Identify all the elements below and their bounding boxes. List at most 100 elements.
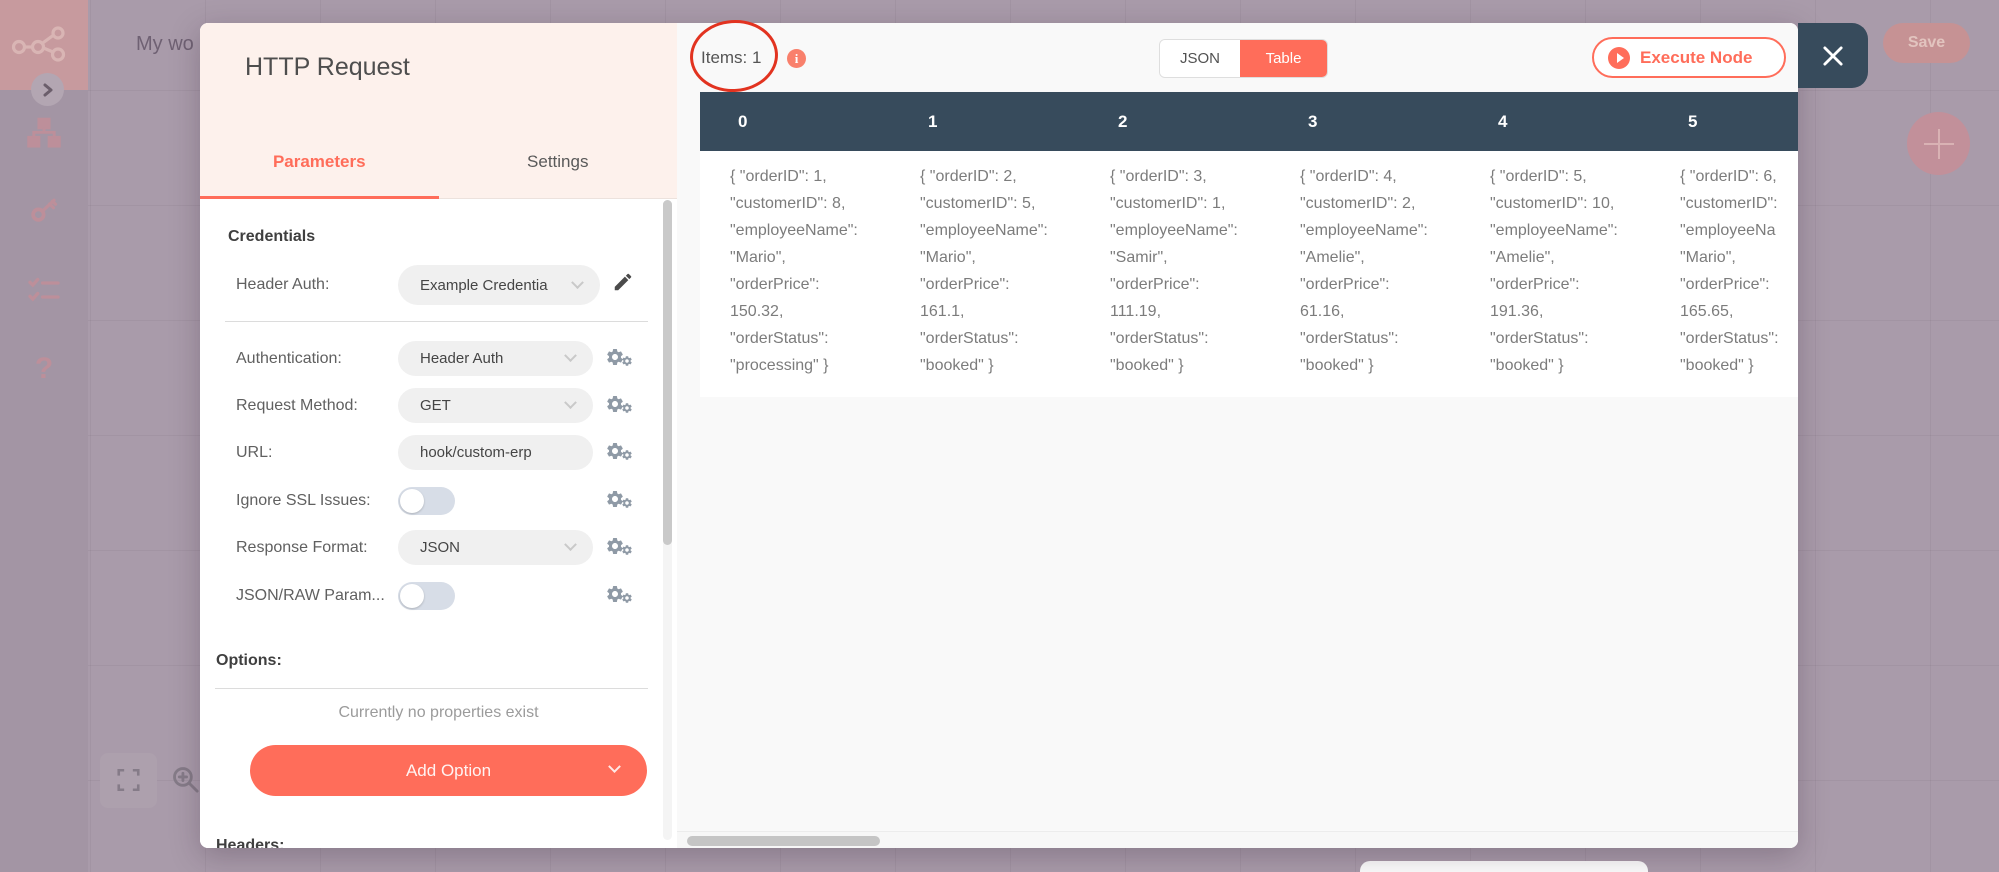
- table-cell-line: "booked" }: [1490, 357, 1564, 374]
- chevron-down-icon: [608, 760, 621, 774]
- parameter-label: URL:: [236, 444, 273, 461]
- tab-parameters[interactable]: Parameters: [200, 143, 439, 199]
- url-input[interactable]: hook/custom-erp: [398, 435, 593, 470]
- table-cell-line: "Amelie",: [1300, 249, 1365, 266]
- checklist-icon: [28, 277, 60, 302]
- json-raw-toggle[interactable]: [398, 582, 455, 610]
- gear-icon[interactable]: [605, 392, 635, 420]
- credentials-section-label: Credentials: [228, 228, 316, 245]
- partial-popup: [1360, 861, 1648, 872]
- table-column-header: 0: [738, 112, 748, 131]
- view-toggle-json[interactable]: JSON: [1160, 40, 1240, 77]
- chevron-down-icon: [564, 396, 577, 410]
- sidebar-item-help[interactable]: ?: [0, 352, 88, 386]
- table-cell-line: "orderStatus":: [730, 330, 829, 347]
- gear-icon[interactable]: [605, 345, 635, 373]
- execute-node-label: Execute Node: [1640, 47, 1753, 67]
- question-icon: ?: [34, 352, 54, 385]
- save-button[interactable]: Save: [1883, 23, 1970, 63]
- table-cell-line: "customerID": 8,: [730, 195, 846, 212]
- parameter-value: hook/custom-erp: [420, 444, 532, 461]
- table-cell-line: { "orderID": 6,: [1680, 168, 1777, 185]
- gear-icon[interactable]: [605, 582, 635, 610]
- credential-value: Example Credentia: [420, 276, 548, 294]
- table-cell: { "orderID": 4, "customerID": 2, "employee…: [1270, 163, 1460, 379]
- table-cell-line: "booked" }: [920, 357, 994, 374]
- table-cell-line: "employeeName":: [1300, 222, 1428, 239]
- table-cell-line: "employeeName":: [920, 222, 1048, 239]
- table-cell-line: "employeeName":: [730, 222, 858, 239]
- options-empty-text: Currently no properties exist: [338, 704, 539, 721]
- key-icon: [31, 198, 58, 222]
- request-method-select[interactable]: GET: [398, 388, 593, 423]
- table-cell-line: "booked" }: [1680, 357, 1754, 374]
- sidebar-item-executions[interactable]: [0, 276, 88, 304]
- node-settings-panel: HTTP Request Parameters Settings Credent…: [200, 23, 677, 848]
- sidebar: ?: [0, 0, 88, 872]
- info-icon[interactable]: [787, 49, 806, 68]
- table-column-header: 4: [1498, 112, 1508, 131]
- tab-settings[interactable]: Settings: [438, 143, 677, 199]
- ignore-ssl-toggle[interactable]: [398, 487, 455, 515]
- table-cell-line: "booked" }: [1110, 357, 1184, 374]
- add-node-button[interactable]: [1907, 112, 1970, 175]
- close-modal-button[interactable]: [1798, 23, 1868, 88]
- authentication-select[interactable]: Header Auth: [398, 341, 593, 376]
- divider: [225, 321, 648, 322]
- app-root: ? My wo Save HTTP Request Parameters Set…: [0, 0, 1999, 872]
- table-cell: { "orderID": 5, "customerID": 10, "employe…: [1460, 163, 1650, 379]
- credential-label: Header Auth:: [236, 276, 330, 293]
- parameter-row-url: URL: hook/custom-erp: [200, 435, 677, 470]
- parameter-label: Ignore SSL Issues:: [236, 492, 371, 509]
- gear-icon[interactable]: [605, 534, 635, 562]
- chevron-right-icon: [43, 83, 52, 96]
- table-cell-line: "Mario",: [730, 249, 786, 266]
- table-cell-line: "orderPrice":: [1300, 276, 1390, 293]
- parameter-row-response-format: Response Format: JSON: [200, 530, 677, 565]
- zoom-in-icon[interactable]: [170, 764, 201, 795]
- table-cell-line: "customerID":: [1680, 195, 1778, 212]
- panel-scrollbar-thumb[interactable]: [663, 200, 672, 545]
- toggle-knob: [400, 489, 424, 513]
- sidebar-item-credentials[interactable]: [0, 194, 88, 224]
- parameter-label: Authentication:: [236, 350, 342, 367]
- table-cell-line: "customerID": 1,: [1110, 195, 1226, 212]
- gear-icon[interactable]: [605, 439, 635, 467]
- results-table-header: 0 1 2 3 4 5: [700, 92, 1798, 151]
- edit-credential-icon[interactable]: [612, 271, 634, 293]
- headers-section-label: Headers:: [216, 837, 285, 848]
- response-format-select[interactable]: JSON: [398, 530, 593, 565]
- table-column-header: 1: [928, 112, 938, 131]
- table-cell-line: "orderPrice":: [1680, 276, 1770, 293]
- view-toggle-table[interactable]: Table: [1240, 40, 1327, 77]
- parameters-body: Credentials Header Auth: Example Credent…: [200, 199, 677, 848]
- table-cell-line: "employeeName":: [1110, 222, 1238, 239]
- node-settings-header: HTTP Request Parameters Settings: [200, 23, 677, 199]
- table-column-header: 3: [1308, 112, 1318, 131]
- results-hscrollbar-thumb[interactable]: [687, 836, 880, 846]
- table-cell-line: "orderPrice":: [920, 276, 1010, 293]
- play-icon: [1608, 46, 1630, 69]
- n8n-logo-icon: [11, 26, 66, 62]
- add-option-label: Add Option: [405, 760, 492, 780]
- table-cell-line: "orderStatus":: [1300, 330, 1399, 347]
- divider: [215, 688, 648, 689]
- credential-row: Header Auth: Example Credentia: [200, 265, 677, 305]
- http-request-modal: HTTP Request Parameters Settings Credent…: [200, 23, 1798, 848]
- view-mode-toggle: JSON Table: [1160, 40, 1327, 77]
- node-title: HTTP Request: [245, 53, 410, 81]
- table-column-header: 5: [1688, 112, 1698, 131]
- credential-select[interactable]: Example Credentia: [398, 265, 600, 305]
- table-column-header: 2: [1118, 112, 1128, 131]
- chevron-down-icon: [564, 538, 577, 552]
- sidebar-item-workflows[interactable]: [0, 117, 88, 149]
- options-section-label: Options:: [216, 652, 282, 669]
- gear-icon[interactable]: [605, 487, 635, 515]
- parameter-row-ignore-ssl: Ignore SSL Issues:: [200, 483, 677, 518]
- table-cell-line: "orderStatus":: [920, 330, 1019, 347]
- execute-node-button[interactable]: Execute Node: [1592, 37, 1786, 78]
- table-cell-line: "processing" }: [730, 357, 829, 374]
- add-option-button[interactable]: Add Option: [250, 745, 647, 796]
- results-hscrollbar: [677, 831, 1798, 848]
- sidebar-collapse-button[interactable]: [31, 73, 64, 106]
